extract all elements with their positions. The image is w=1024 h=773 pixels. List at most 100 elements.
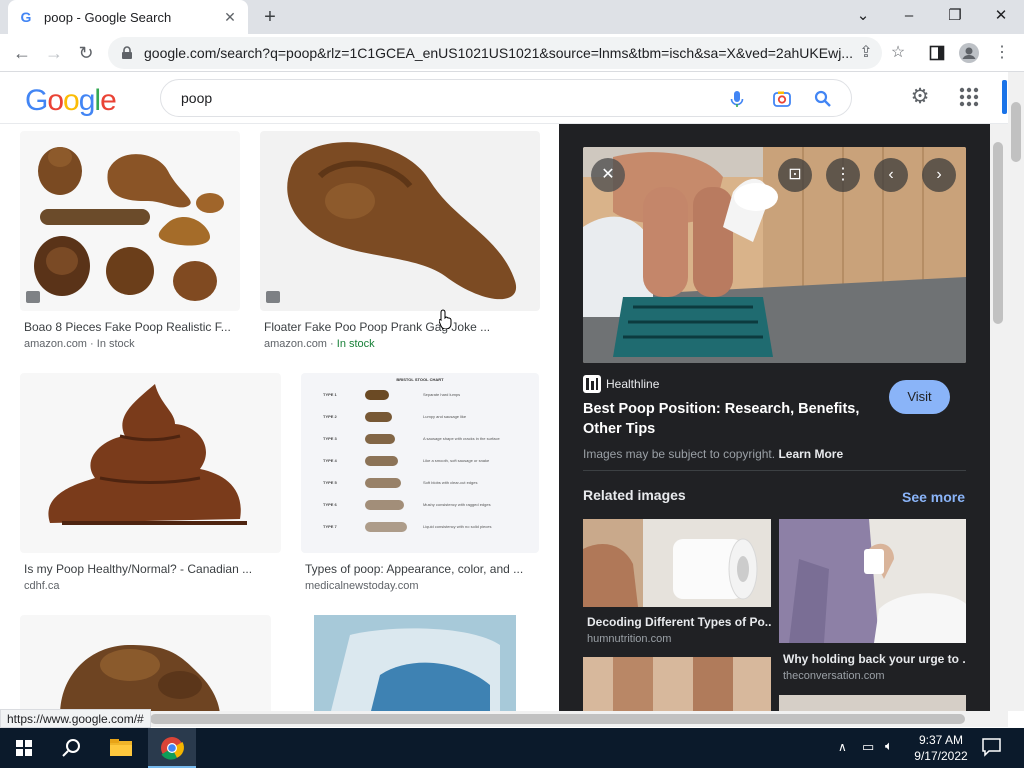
learn-more-link[interactable]: Learn More bbox=[778, 447, 843, 461]
close-tab-icon[interactable]: ✕ bbox=[222, 9, 238, 26]
image-result-card[interactable]: Is my Poop Healthy/Normal? - Canadian ..… bbox=[20, 373, 281, 598]
bookmark-star-icon[interactable]: ☆ bbox=[887, 42, 909, 64]
related-thumbnail[interactable] bbox=[583, 519, 771, 607]
url-text: google.com/search?q=poop&rlz=1C1GCEA_enU… bbox=[144, 45, 853, 61]
result-thumbnail[interactable] bbox=[20, 131, 240, 311]
google-logo[interactable]: Google bbox=[25, 84, 117, 118]
lock-icon bbox=[122, 46, 132, 59]
share-icon[interactable]: ⇪ bbox=[855, 42, 877, 64]
volume-icon[interactable]: 🔈︎ bbox=[885, 738, 893, 754]
stool-shape-icon bbox=[365, 390, 389, 400]
profile-avatar-icon[interactable] bbox=[958, 42, 980, 64]
visit-button[interactable]: Visit bbox=[889, 380, 950, 414]
close-window-button[interactable]: ✕ bbox=[978, 2, 1024, 30]
network-icon[interactable]: ▭ bbox=[862, 739, 874, 755]
stool-chart-row: TYPE 5 Soft blobs with clear-cut edges bbox=[315, 475, 525, 493]
related-image-card[interactable] bbox=[779, 695, 966, 711]
page-scrollbar-thumb[interactable] bbox=[1011, 102, 1021, 162]
stool-desc: Soft blobs with clear-cut edges bbox=[423, 480, 478, 485]
tray-chevron-icon[interactable]: ∧ bbox=[838, 740, 847, 754]
browser-menu-icon[interactable]: ⋮ bbox=[991, 42, 1013, 64]
stool-chart-row: TYPE 7 Liquid consistency with no solid p… bbox=[315, 519, 525, 537]
forward-button[interactable]: → bbox=[42, 42, 66, 64]
tab-search-chevron-icon[interactable]: ⌄ bbox=[840, 2, 886, 30]
start-button[interactable] bbox=[0, 728, 48, 768]
result-source: cdhf.ca bbox=[24, 580, 60, 592]
related-thumbnail[interactable] bbox=[583, 657, 771, 711]
address-bar[interactable]: google.com/search?q=poop&rlz=1C1GCEA_enU… bbox=[108, 37, 882, 69]
clock-date: 9/17/2022 bbox=[914, 749, 968, 763]
stool-desc: Liquid consistency with no solid pieces bbox=[423, 524, 492, 529]
tab-strip: G poop - Google Search ✕ + ⌄ – ❐ ✕ bbox=[0, 0, 1024, 34]
browser-toolbar: ← → ↻ google.com/search?q=poop&rlz=1C1GC… bbox=[0, 34, 1024, 72]
close-preview-icon[interactable]: ✕ bbox=[591, 158, 625, 192]
chart-title: BRISTOL STOOL CHART bbox=[396, 377, 444, 382]
lens-search-icon[interactable]: ⊡ bbox=[778, 158, 812, 192]
result-thumbnail[interactable] bbox=[260, 131, 540, 311]
result-caption[interactable]: Floater Fake Poo Poop Prank Gag Joke ... bbox=[264, 320, 494, 334]
source-name[interactable]: Healthline bbox=[606, 377, 659, 391]
search-icon[interactable] bbox=[813, 89, 833, 109]
related-image-card[interactable]: Decoding Different Types of Po... humnut… bbox=[583, 519, 771, 649]
image-result-card[interactable]: Floater Fake Poo Poop Prank Gag Joke ...… bbox=[260, 131, 540, 361]
stool-shape-icon bbox=[365, 500, 404, 510]
preview-image[interactable] bbox=[583, 147, 966, 363]
browser-tab[interactable]: G poop - Google Search ✕ bbox=[8, 0, 248, 34]
stool-chart-row: TYPE 4 Like a smooth, soft sausage or sna… bbox=[315, 453, 525, 471]
new-tab-button[interactable]: + bbox=[258, 6, 282, 28]
result-thumbnail[interactable]: BRISTOL STOOL CHART TYPE 1 Separate hard … bbox=[301, 373, 539, 553]
related-image-card[interactable] bbox=[583, 657, 771, 711]
google-apps-icon[interactable] bbox=[958, 86, 980, 108]
image-result-card[interactable]: Boao 8 Pieces Fake Poop Realistic F... a… bbox=[20, 131, 240, 361]
image-result-card[interactable] bbox=[290, 615, 540, 711]
next-image-icon[interactable]: › bbox=[922, 158, 956, 192]
stool-shape-icon bbox=[365, 412, 392, 422]
related-caption[interactable]: Why holding back your urge to ... bbox=[783, 652, 965, 666]
notifications-icon[interactable] bbox=[980, 736, 1004, 758]
search-taskbar-icon[interactable] bbox=[48, 728, 96, 768]
panel-scrollbar-thumb[interactable] bbox=[993, 142, 1003, 324]
stool-type-label: TYPE 2 bbox=[323, 414, 337, 419]
stool-type-label: TYPE 1 bbox=[323, 392, 337, 397]
result-caption[interactable]: Boao 8 Pieces Fake Poop Realistic F... bbox=[24, 320, 238, 334]
result-thumbnail[interactable] bbox=[290, 615, 540, 711]
side-panel-icon[interactable] bbox=[926, 42, 948, 64]
search-box[interactable]: poop bbox=[160, 79, 852, 117]
settings-gear-icon[interactable]: ⚙ bbox=[908, 85, 932, 109]
microphone-icon[interactable] bbox=[727, 89, 747, 109]
result-caption[interactable]: Types of poop: Appearance, color, and ..… bbox=[305, 562, 537, 576]
image-result-card[interactable] bbox=[20, 615, 271, 711]
lens-camera-icon[interactable] bbox=[772, 89, 792, 109]
see-more-link[interactable]: See more bbox=[902, 489, 965, 505]
sign-in-button[interactable] bbox=[1002, 80, 1007, 114]
stool-desc: A sausage shape with cracks in the surfa… bbox=[423, 436, 500, 441]
chrome-taskbar-icon[interactable] bbox=[148, 728, 196, 768]
more-options-icon[interactable]: ⋮ bbox=[826, 158, 860, 192]
stool-shape-icon bbox=[365, 434, 395, 444]
image-results-grid: Boao 8 Pieces Fake Poop Realistic F... a… bbox=[0, 125, 559, 711]
image-result-card[interactable]: BRISTOL STOOL CHART TYPE 1 Separate hard … bbox=[301, 373, 539, 598]
back-button[interactable]: ← bbox=[10, 42, 34, 64]
search-input[interactable]: poop bbox=[181, 90, 212, 106]
previous-image-icon[interactable]: ‹ bbox=[874, 158, 908, 192]
file-explorer-icon[interactable] bbox=[97, 728, 145, 768]
preview-title[interactable]: Best Poop Position: Research, Benefits, … bbox=[583, 399, 873, 439]
page-scrollbar[interactable] bbox=[1008, 72, 1024, 711]
result-source: amazon.com · In stock bbox=[24, 338, 135, 350]
system-clock[interactable]: 9:37 AM 9/17/2022 bbox=[906, 732, 976, 764]
related-image-card[interactable]: Why holding back your urge to ... thecon… bbox=[779, 519, 966, 687]
result-source: amazon.com · In stock bbox=[264, 338, 375, 350]
panel-divider bbox=[583, 470, 966, 471]
restore-button[interactable]: ❐ bbox=[932, 2, 978, 30]
reload-button[interactable]: ↻ bbox=[74, 42, 98, 64]
stool-type-label: TYPE 3 bbox=[323, 436, 337, 441]
source-logo-icon bbox=[583, 375, 601, 393]
related-caption[interactable]: Decoding Different Types of Po... bbox=[587, 615, 771, 629]
result-caption[interactable]: Is my Poop Healthy/Normal? - Canadian ..… bbox=[24, 562, 279, 576]
shopping-tag-icon bbox=[266, 291, 280, 303]
result-thumbnail[interactable] bbox=[20, 373, 281, 553]
result-thumbnail[interactable] bbox=[20, 615, 271, 711]
related-thumbnail[interactable] bbox=[779, 519, 966, 643]
minimize-button[interactable]: – bbox=[886, 2, 932, 30]
horizontal-scrollbar-thumb[interactable] bbox=[150, 714, 965, 724]
